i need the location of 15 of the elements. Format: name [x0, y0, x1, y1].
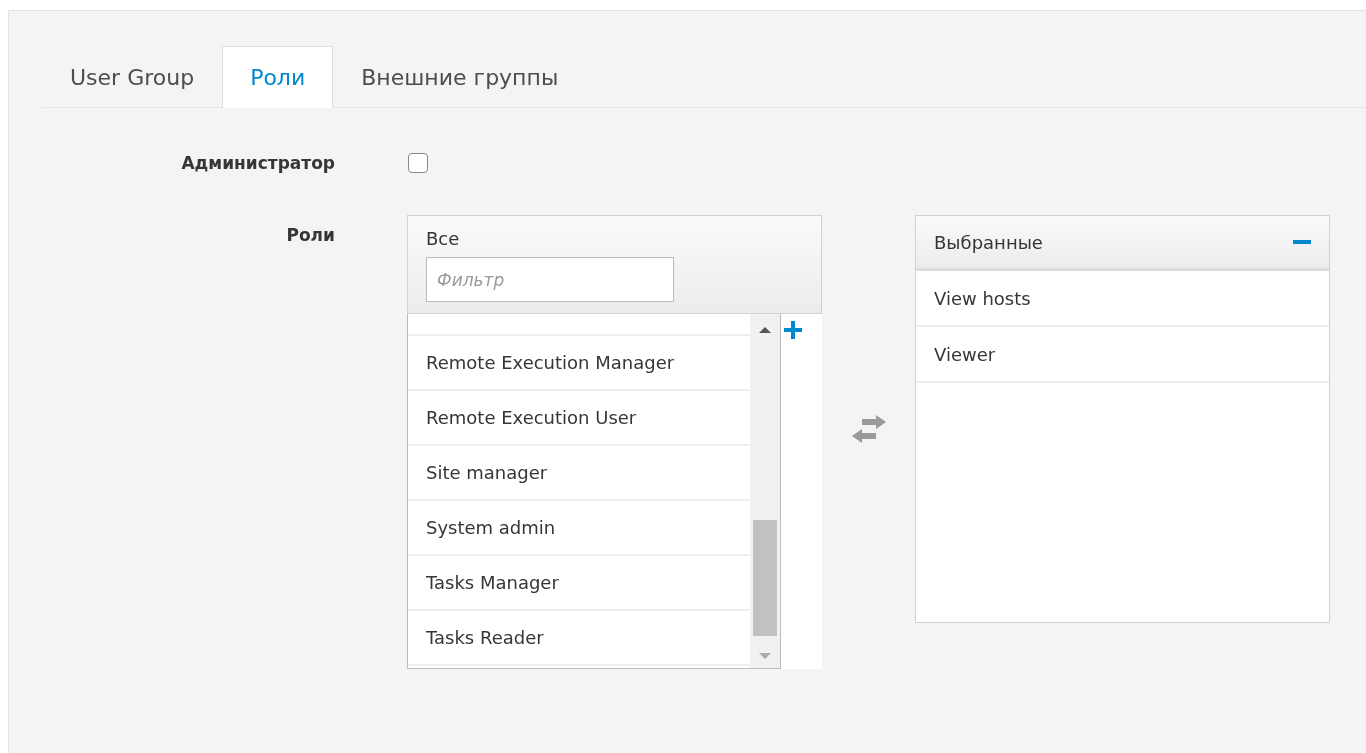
- filter-field[interactable]: Фильтр: [426, 257, 674, 302]
- admin-checkbox[interactable]: [408, 153, 428, 173]
- list-title: Выбранные: [934, 231, 1043, 253]
- scroll-down-icon[interactable]: [758, 652, 772, 660]
- list-title: Все: [426, 228, 461, 249]
- tab[interactable]: User Group: [42, 46, 223, 108]
- list-item[interactable]: Viewer: [916, 327, 1329, 383]
- tab[interactable]: Внешние группы: [333, 46, 587, 108]
- field-label: Администратор: [180, 153, 335, 173]
- add-icon[interactable]: [783, 320, 803, 340]
- scroll-up-icon[interactable]: [758, 326, 772, 334]
- scrollbar[interactable]: [750, 314, 780, 668]
- field-label: Роли: [285, 224, 335, 245]
- list-item[interactable]: View hosts: [916, 271, 1329, 327]
- tab[interactable]: Роли: [222, 46, 334, 108]
